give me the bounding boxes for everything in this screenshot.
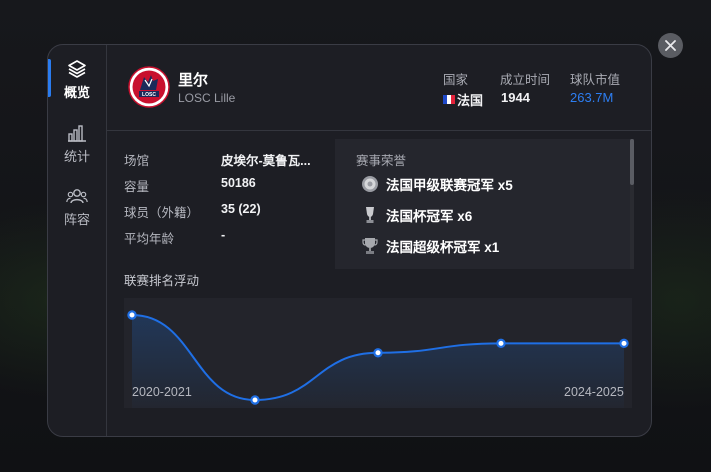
capacity-value: 50186 [221, 176, 256, 190]
chart-title: 联赛排名浮动 [124, 274, 200, 288]
chart-point-2023-2024[interactable] [496, 338, 506, 349]
layers-icon [67, 59, 87, 79]
x-tick-start: 2020-2021 [132, 385, 192, 399]
chart-point-2021-2022[interactable] [250, 395, 260, 405]
honors-scrollbar[interactable] [630, 139, 634, 185]
country-label: 国家 [443, 73, 469, 87]
honor-item-cup: 法国杯冠军 x6 [361, 205, 472, 225]
nav-item-overview[interactable]: 概览 [48, 59, 106, 101]
honor-item-super-cup: 法国超级杯冠军 x1 [361, 236, 499, 256]
x-tick-end: 2024-2025 [564, 385, 624, 399]
honor-label-cup: 法国杯冠军 x6 [386, 209, 473, 224]
avg-age-label: 平均年龄 [124, 232, 175, 246]
team-name: 里尔 [178, 72, 209, 89]
team-header: LOSC 里尔 LOSC Lille 国家 法国 成立时间 1944 球队市值 … [106, 45, 651, 131]
founded-value: 1944 [501, 90, 530, 105]
country-value: 法国 [443, 90, 483, 109]
avg-age-value: - [221, 228, 226, 242]
honor-label-league: 法国甲级联赛冠军 x5 [386, 178, 513, 193]
chart-area-fill [132, 315, 624, 408]
chart-point-2024-2025[interactable] [619, 338, 629, 349]
cup-trophy-icon [361, 206, 379, 224]
chart-point-2022-2023[interactable] [373, 348, 383, 358]
players-value: 35 (22) [221, 202, 261, 216]
close-icon [665, 40, 676, 51]
sidebar-nav: 概览 统计 阵容 [48, 45, 107, 436]
founded-label: 成立时间 [500, 73, 551, 87]
users-icon [66, 186, 88, 206]
honors-title: 赛事荣誉 [356, 154, 407, 168]
logo-text: LOSC [142, 92, 156, 98]
capacity-label: 容量 [124, 180, 150, 194]
market-value-label: 球队市值 [570, 73, 621, 87]
stadium-label: 场馆 [124, 154, 150, 168]
nav-label-squad: 阵容 [63, 212, 90, 227]
nav-item-squad[interactable]: 阵容 [48, 186, 106, 228]
nav-label-stats: 统计 [63, 149, 90, 164]
nav-item-stats[interactable]: 统计 [48, 123, 106, 165]
honor-label-super-cup: 法国超级杯冠军 x1 [386, 240, 500, 255]
team-logo: LOSC [128, 66, 170, 108]
team-subtitle: LOSC Lille [178, 91, 236, 105]
honors-panel: 赛事荣誉 法国甲级联赛冠军 x5 法国杯冠军 x6 法国超级杯冠军 x1 [335, 139, 630, 269]
stadium-value: 皮埃尔-莫鲁瓦... [221, 154, 311, 168]
nav-label-overview: 概览 [63, 85, 90, 100]
players-label: 球员（外籍） [124, 206, 200, 220]
close-button[interactable] [658, 33, 683, 58]
bar-chart-icon [67, 123, 87, 143]
chart-point-2020-2021[interactable] [127, 310, 137, 320]
super-cup-trophy-icon [361, 237, 379, 255]
ranking-chart-svg [127, 310, 629, 408]
ranking-chart [124, 298, 632, 408]
market-value-value: 263.7M [570, 90, 614, 105]
team-info-modal: 概览 统计 阵容 LOSC 里尔 LOSC Lille 国家 法国 成立时间 1… [47, 44, 652, 437]
honor-item-league: 法国甲级联赛冠军 x5 [361, 174, 513, 194]
france-flag-icon [443, 95, 455, 104]
country-text: 法国 [457, 93, 484, 108]
league-trophy-icon [361, 175, 379, 193]
